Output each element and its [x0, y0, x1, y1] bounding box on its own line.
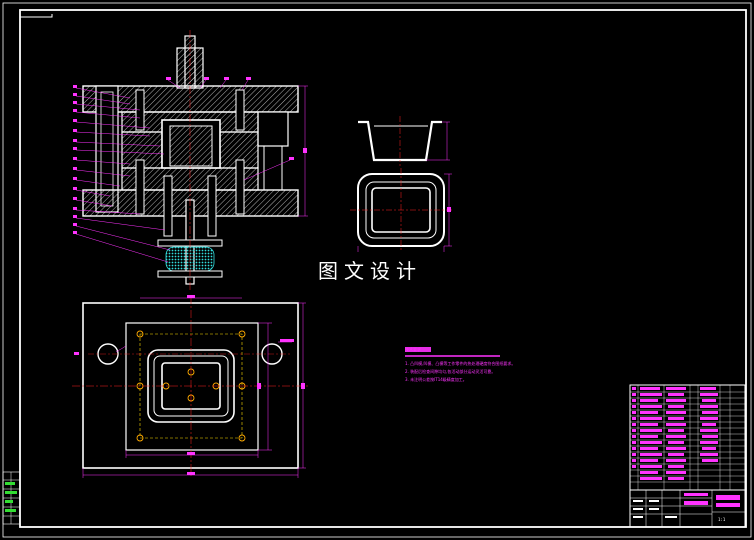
die-plan-view: [72, 295, 310, 478]
assembly-section-view: [73, 30, 308, 290]
part-section-view: [358, 116, 450, 166]
cad-drawing-canvas: 图文设计 技术要求 1. 凸凹模,凹模、凸模等工作零件的热处理硬度符合图纸要求。…: [2, 2, 752, 538]
notes-line-3: 3. 未注明公差按IT14级精度加工。: [405, 376, 467, 382]
part-plan-view: [350, 168, 452, 252]
title-block-scale: 1:1: [718, 517, 726, 522]
technical-notes: 技术要求 1. 凸凹模,凹模、凸模等工作零件的热处理硬度符合图纸要求。 2. 装…: [405, 346, 515, 382]
watermark-text: 图文设计: [318, 259, 422, 283]
margin-stamp-table: [2, 471, 21, 525]
notes-title: 技术要求: [405, 346, 421, 352]
notes-line-2: 2. 装配后检查间隙均匀,各活动部分运动灵活可靠。: [405, 368, 495, 374]
title-block: 1:1: [629, 384, 746, 528]
notes-line-1: 1. 凸凹模,凹模、凸模等工作零件的热处理硬度符合图纸要求。: [405, 360, 515, 366]
